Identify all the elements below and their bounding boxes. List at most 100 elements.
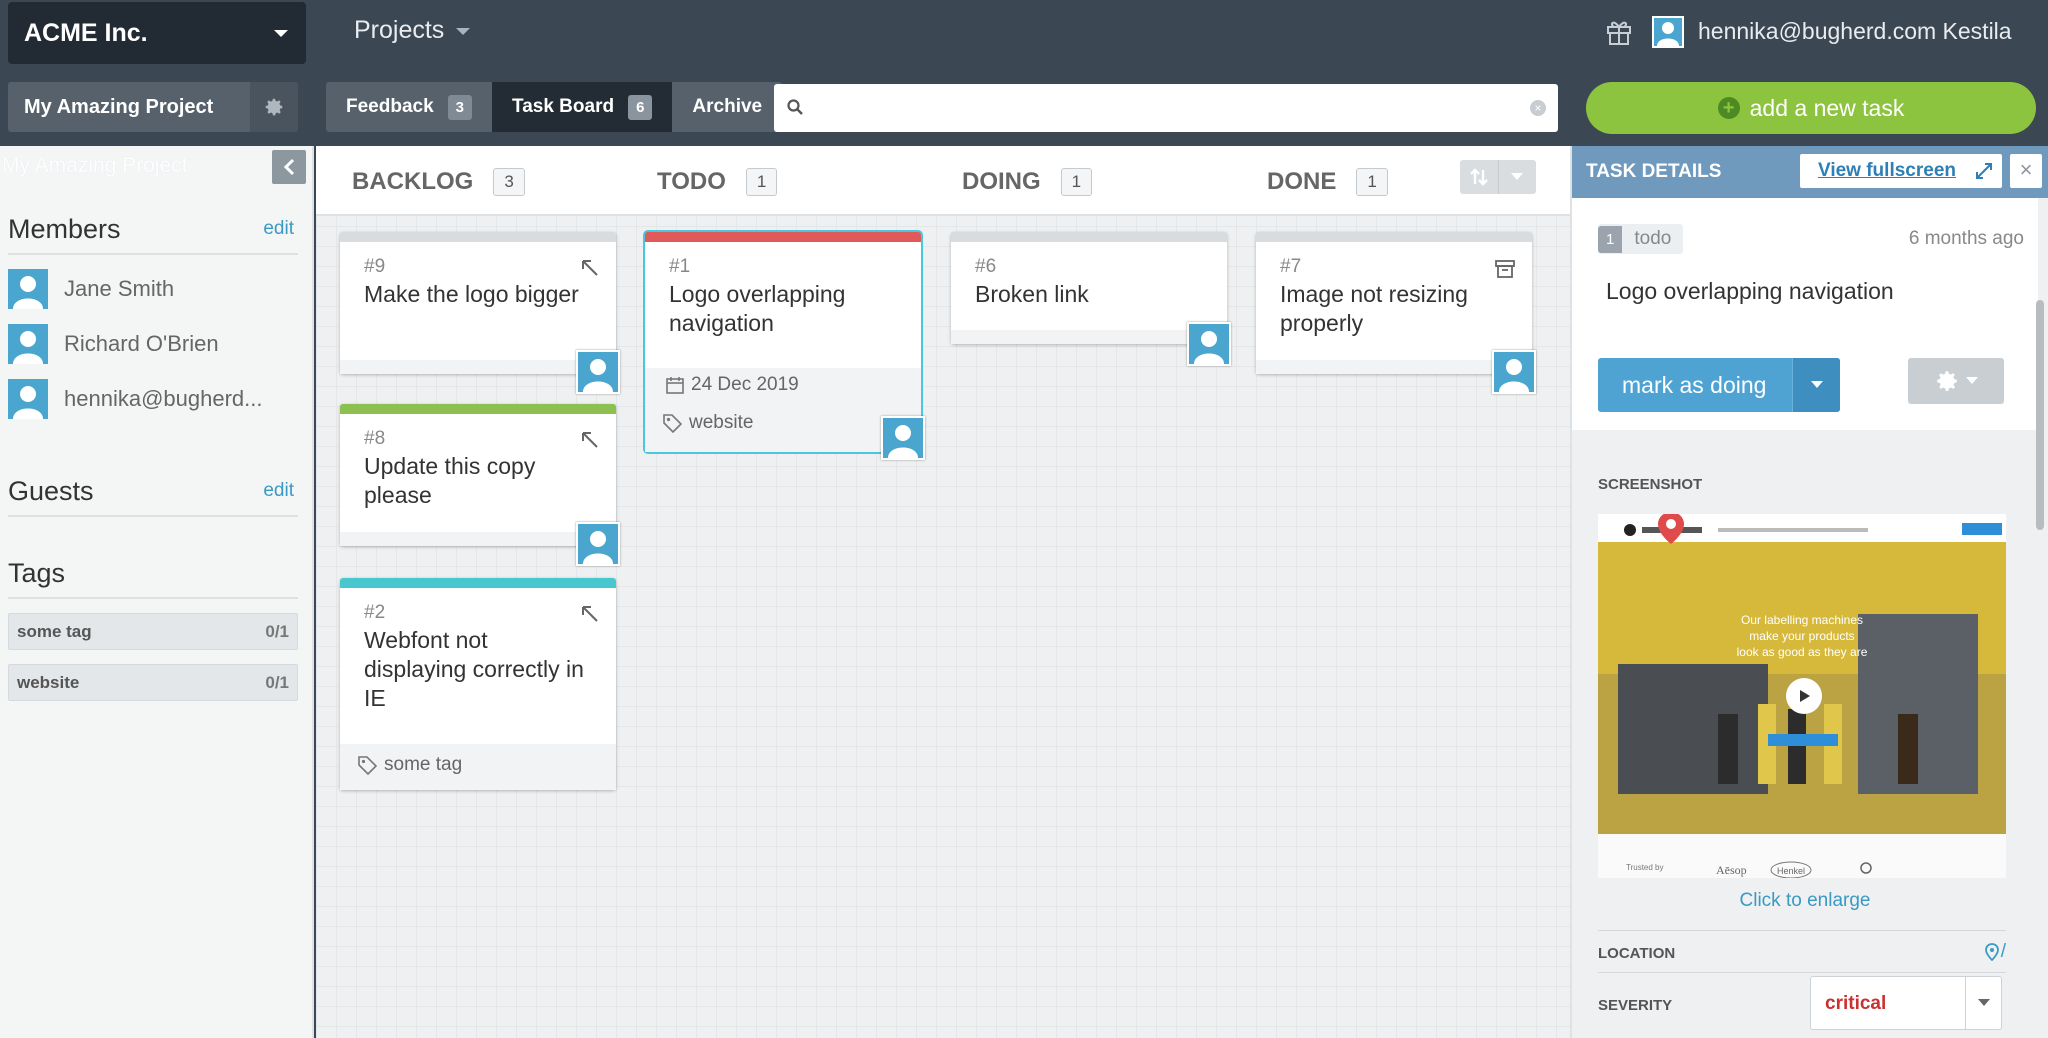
task-card-selected[interactable]: #1 Logo overlapping navigation 24 Dec 20… [645, 232, 925, 460]
headline-line-2: make your products [1749, 629, 1854, 643]
date-label: 24 Dec 2019 [691, 374, 799, 395]
avatar [8, 323, 48, 364]
task-card[interactable]: #2 Webfont not displaying correctly in I… [340, 578, 616, 790]
avatar [8, 378, 48, 419]
task-details-panel: TASK DETAILS View fullscreen × 1 todo 6 … [1570, 146, 2048, 1038]
clear-icon[interactable]: × [1530, 100, 1546, 116]
tab-label: Task Board [512, 96, 615, 117]
task-card[interactable]: #9 Make the logo bigger [340, 232, 620, 394]
member-item[interactable]: hennika@bugherd... [8, 371, 298, 426]
headline-line-3: look as good as they are [1737, 645, 1868, 659]
card-footer [1256, 360, 1532, 374]
divider [8, 597, 298, 599]
tag-count: 0/1 [265, 672, 289, 692]
brand-logo: Henkel [1777, 866, 1805, 876]
screenshot-thumbnail[interactable]: Our labelling machines make your product… [1598, 514, 2006, 878]
location-value[interactable]: / [1984, 941, 2006, 963]
column-count: 1 [1356, 168, 1388, 196]
avatar [881, 416, 925, 460]
sort-icon [1460, 160, 1499, 194]
divider [8, 253, 298, 255]
column-header-todo: TODO 1 [657, 168, 778, 196]
avatar [576, 350, 620, 394]
tag-name: website [17, 672, 80, 692]
chevron-down-icon [274, 30, 288, 37]
tab-label: Feedback [346, 96, 434, 117]
task-summary: 1 todo 6 months ago Logo overlapping nav… [1572, 198, 2038, 430]
task-settings-button[interactable] [1908, 358, 2004, 404]
task-number: #1 [669, 256, 691, 277]
tags-section: Tags some tag 0/1 website 0/1 [8, 558, 298, 701]
members-heading: Members [8, 214, 121, 244]
tag-count: 0/1 [265, 621, 289, 641]
user-menu[interactable]: hennika@bugherd.com Kestila [1698, 18, 2012, 45]
task-title: Logo overlapping navigation [669, 281, 846, 336]
member-item[interactable]: Richard O'Brien [8, 316, 298, 371]
chevron-left-icon [283, 158, 295, 176]
trusted-by: Trusted by [1626, 863, 1664, 872]
add-task-label: add a new task [1749, 94, 1905, 121]
tag-item[interactable]: website 0/1 [8, 664, 298, 701]
calendar-icon [666, 377, 684, 394]
tab-archive[interactable]: Archive [672, 82, 783, 132]
map-pin-icon [1984, 943, 1999, 961]
severity-value: critical [1825, 993, 1887, 1014]
chevron-down-icon[interactable] [1792, 358, 1840, 412]
card-footer [340, 360, 616, 374]
card-tag: website [661, 412, 753, 434]
cursor-icon [580, 604, 600, 624]
severity-label: SEVERITY [1598, 997, 1673, 1014]
project-bar: My Amazing Project Feedback 3 Task Board… [0, 72, 2048, 146]
card-footer [340, 532, 616, 546]
task-board: BACKLOG 3 TODO 1 DOING 1 DONE 1 #9 Make … [316, 146, 1570, 1038]
location-row: LOCATION / [1598, 930, 2006, 970]
view-fullscreen-link[interactable]: View fullscreen [1800, 154, 2002, 188]
column-header-backlog: BACKLOG 3 [352, 168, 525, 196]
tag-item[interactable]: some tag 0/1 [8, 613, 298, 650]
task-card[interactable]: #7 Image not resizing properly [1256, 232, 1536, 394]
projects-menu[interactable]: Projects [354, 16, 471, 45]
tab-feedback[interactable]: Feedback 3 [326, 82, 492, 132]
chevron-down-icon [456, 27, 471, 35]
sidebar: My Amazing Project Members edit Jane Smi… [0, 146, 314, 1038]
screenshot-label: SCREENSHOT [1598, 476, 1703, 493]
member-name: Jane Smith [64, 275, 175, 301]
severity-select[interactable]: critical [1810, 976, 2002, 1030]
task-card[interactable]: #6 Broken link [951, 232, 1231, 366]
collapse-sidebar-button[interactable] [272, 150, 306, 184]
task-title: Webfont not displaying correctly in IE [364, 627, 584, 711]
project-settings-button[interactable] [250, 82, 298, 132]
screenshot-image: Our labelling machines make your product… [1598, 514, 2006, 878]
column-header-doing: DOING 1 [962, 168, 1093, 196]
chevron-down-icon [1499, 160, 1537, 194]
project-selector[interactable]: My Amazing Project [8, 82, 298, 132]
sort-button[interactable] [1460, 160, 1536, 194]
guests-section: Guests edit [8, 476, 298, 517]
card-footer: 24 Dec 2019 website [645, 368, 921, 452]
column-title: BACKLOG [352, 168, 474, 195]
avatar[interactable] [1652, 16, 1684, 48]
search-input[interactable] [814, 92, 1514, 124]
member-item[interactable]: Jane Smith [8, 261, 298, 316]
headline-line-1: Our labelling machines [1741, 613, 1863, 627]
search-icon [786, 98, 804, 116]
click-to-enlarge-link[interactable]: Click to enlarge [1572, 890, 2038, 912]
add-task-button[interactable]: + add a new task [1586, 82, 2036, 134]
gift-icon[interactable] [1604, 16, 1634, 46]
tab-task-board[interactable]: Task Board 6 [492, 82, 673, 132]
panel-scrollbar[interactable] [2036, 300, 2044, 530]
task-card[interactable]: #8 Update this copy please [340, 404, 620, 566]
task-title[interactable]: Logo overlapping navigation [1606, 278, 1894, 305]
guests-edit-link[interactable]: edit [263, 480, 294, 502]
close-panel-button[interactable]: × [2010, 154, 2042, 188]
mark-as-doing-button[interactable]: mark as doing [1598, 358, 1840, 412]
org-switcher[interactable]: ACME Inc. [8, 2, 306, 64]
column-title: TODO [657, 168, 726, 195]
count-badge: 6 [628, 94, 653, 120]
column-count: 1 [1060, 168, 1093, 196]
archive-icon[interactable] [1494, 258, 1516, 280]
column-title: DOING [962, 168, 1041, 195]
tag-icon [663, 414, 683, 434]
members-edit-link[interactable]: edit [263, 218, 294, 240]
plus-icon: + [1717, 97, 1740, 119]
